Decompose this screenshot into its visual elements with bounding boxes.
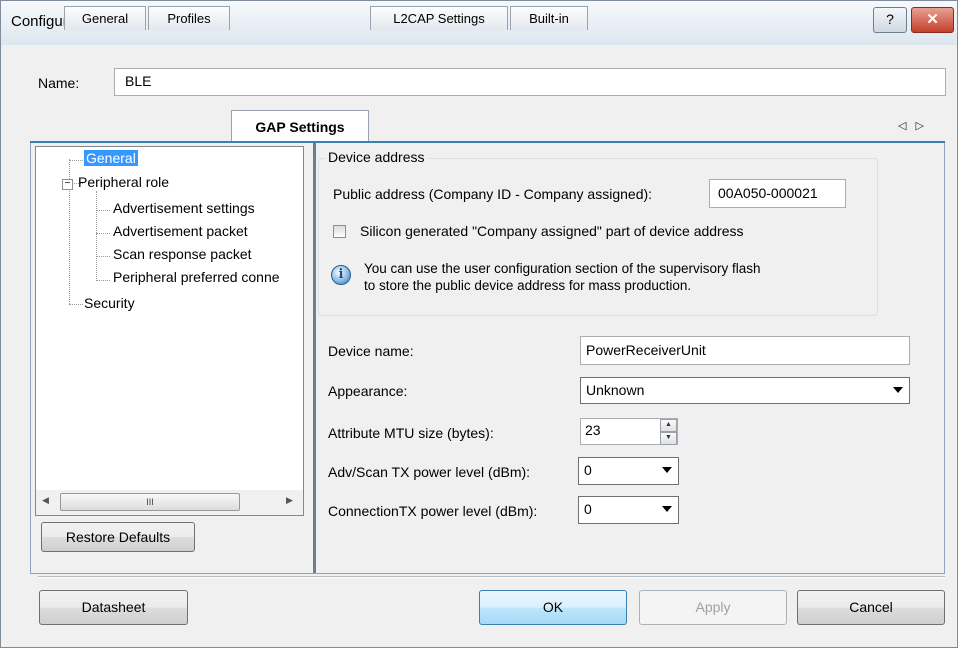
close-icon: ✕ bbox=[926, 11, 939, 28]
tree-line bbox=[69, 188, 70, 304]
chevron-down-icon bbox=[893, 387, 903, 393]
close-button[interactable]: ✕ bbox=[911, 7, 954, 33]
adv-tx-power-dropdown[interactable]: 0 bbox=[578, 457, 679, 485]
scroll-right-icon[interactable]: ▶ bbox=[286, 495, 293, 506]
public-address-input[interactable]: 00A050-000021 bbox=[709, 179, 846, 208]
appearance-dropdown[interactable]: Unknown bbox=[580, 377, 910, 404]
ok-button[interactable]: OK bbox=[479, 590, 627, 625]
tree-line bbox=[96, 210, 110, 211]
chevron-down-icon bbox=[662, 467, 672, 473]
adv-tx-power-value: 0 bbox=[584, 462, 592, 478]
tree-item-peripheral-role[interactable]: Peripheral role bbox=[78, 174, 169, 190]
tab-general[interactable]: General bbox=[64, 6, 146, 30]
tab-scroll-left-icon[interactable]: ◁ bbox=[898, 120, 906, 132]
name-label: Name: bbox=[38, 75, 80, 91]
tree-line bbox=[69, 160, 83, 161]
mtu-size-spinner[interactable]: ▲ ▼ bbox=[660, 419, 677, 445]
cancel-button[interactable]: Cancel bbox=[797, 590, 945, 625]
footer-separator-highlight bbox=[38, 577, 945, 578]
restore-defaults-button[interactable]: Restore Defaults bbox=[41, 522, 195, 552]
tree-item-general[interactable]: General bbox=[84, 150, 138, 166]
spin-down-icon[interactable]: ▼ bbox=[660, 432, 677, 445]
appearance-label: Appearance: bbox=[328, 383, 408, 399]
device-address-group-title: Device address bbox=[325, 149, 428, 165]
tab-scroll-arrows: ◁ ▷ bbox=[898, 119, 924, 132]
tree-item-security[interactable]: Security bbox=[84, 295, 135, 311]
tab-built-in[interactable]: Built-in bbox=[510, 6, 588, 30]
connection-tx-power-value: 0 bbox=[584, 501, 592, 517]
silicon-generated-checkbox[interactable] bbox=[333, 225, 346, 238]
info-text-line1: You can use the user configuration secti… bbox=[364, 261, 761, 276]
tree-line bbox=[96, 256, 110, 257]
apply-button[interactable]: Apply bbox=[639, 590, 787, 625]
public-address-label: Public address (Company ID - Company ass… bbox=[333, 186, 653, 202]
tree-line bbox=[96, 280, 110, 281]
chevron-down-icon bbox=[662, 506, 672, 512]
info-text-line2: to store the public device address for m… bbox=[364, 278, 692, 293]
name-input[interactable]: BLE bbox=[114, 68, 946, 96]
tree-item-peripheral-preferred-connection[interactable]: Peripheral preferred conne bbox=[113, 269, 303, 285]
scroll-left-icon[interactable]: ◀ bbox=[42, 495, 49, 506]
tab-l2cap-settings[interactable]: L2CAP Settings bbox=[370, 6, 508, 30]
mtu-size-label: Attribute MTU size (bytes): bbox=[328, 425, 494, 441]
appearance-value: Unknown bbox=[586, 382, 645, 398]
device-name-label: Device name: bbox=[328, 343, 414, 359]
scroll-thumb[interactable]: III bbox=[60, 493, 240, 511]
datasheet-button[interactable]: Datasheet bbox=[39, 590, 188, 625]
pane-splitter[interactable] bbox=[313, 143, 316, 573]
connection-tx-power-label: ConnectionTX power level (dBm): bbox=[328, 503, 538, 519]
tree-horizontal-scrollbar[interactable]: ◀ III ▶ bbox=[36, 490, 303, 515]
help-icon: ? bbox=[886, 11, 894, 27]
tree-item-advertisement-settings[interactable]: Advertisement settings bbox=[113, 200, 255, 216]
collapse-icon[interactable]: − bbox=[62, 179, 73, 190]
info-icon: i bbox=[331, 265, 351, 285]
spin-up-icon[interactable]: ▲ bbox=[660, 419, 677, 432]
device-name-input[interactable]: PowerReceiverUnit bbox=[580, 336, 910, 365]
tree-item-advertisement-packet[interactable]: Advertisement packet bbox=[113, 223, 248, 239]
connection-tx-power-dropdown[interactable]: 0 bbox=[578, 496, 679, 524]
tree-line bbox=[69, 304, 83, 305]
tab-scroll-right-icon[interactable]: ▷ bbox=[916, 120, 924, 132]
settings-tree[interactable]: General − Peripheral role Advertisement … bbox=[35, 146, 304, 516]
silicon-generated-label: Silicon generated "Company assigned" par… bbox=[360, 223, 744, 239]
tab-profiles[interactable]: Profiles bbox=[148, 6, 230, 30]
tab-gap-settings[interactable]: GAP Settings bbox=[231, 110, 369, 141]
tree-item-scan-response-packet[interactable]: Scan response packet bbox=[113, 246, 252, 262]
tree-line bbox=[96, 233, 110, 234]
help-button[interactable]: ? bbox=[873, 7, 907, 33]
adv-tx-power-label: Adv/Scan TX power level (dBm): bbox=[328, 464, 531, 480]
tree-line bbox=[96, 191, 97, 281]
tab-panel-accent bbox=[30, 141, 945, 143]
